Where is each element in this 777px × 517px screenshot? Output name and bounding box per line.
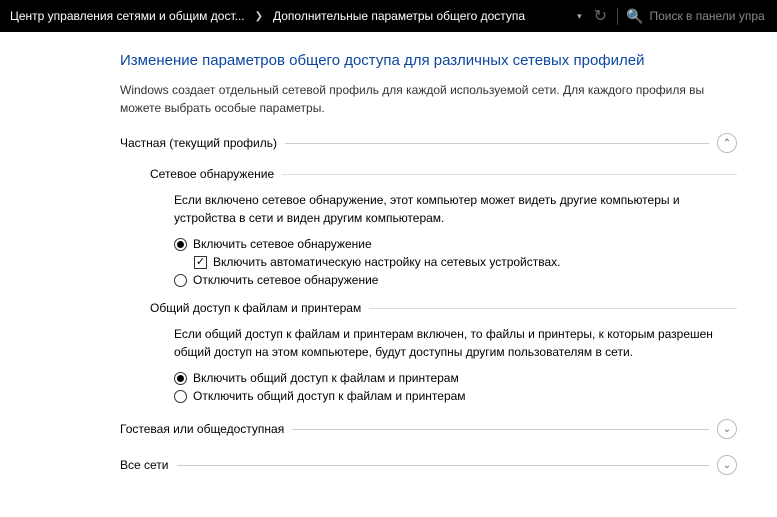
breadcrumb-item-advanced-sharing[interactable]: Дополнительные параметры общего доступа — [269, 9, 529, 23]
breadcrumb-item-network-center[interactable]: Центр управления сетями и общим дост... — [6, 9, 249, 23]
checkbox-label: Включить автоматическую настройку на сет… — [213, 255, 561, 269]
subsection-header: Сетевое обнаружение — [150, 167, 737, 181]
radio-disable-discovery[interactable]: Отключить сетевое обнаружение — [174, 273, 737, 287]
subsection-description: Если включено сетевое обнаружение, этот … — [174, 191, 737, 227]
section-header-guest[interactable]: Гостевая или общедоступная ⌄ — [120, 419, 737, 439]
chevron-down-icon[interactable]: ⌄ — [717, 455, 737, 475]
radio-icon — [174, 238, 187, 251]
content-area: Изменение параметров общего доступа для … — [0, 32, 777, 503]
subsection-title: Общий доступ к файлам и принтерам — [150, 301, 361, 315]
radio-icon — [174, 372, 187, 385]
options-group: Включить сетевое обнаружение Включить ав… — [174, 237, 737, 287]
refresh-icon[interactable]: ↻ — [590, 6, 611, 26]
radio-enable-sharing[interactable]: Включить общий доступ к файлам и принтер… — [174, 371, 737, 385]
dropdown-icon[interactable]: ▾ — [571, 11, 588, 22]
page-title: Изменение параметров общего доступа для … — [120, 52, 737, 69]
breadcrumb[interactable]: Центр управления сетями и общим дост... … — [0, 9, 565, 23]
page-subtitle: Windows создает отдельный сетевой профил… — [120, 81, 737, 117]
breadcrumb-nav: ▾ ↻ — [565, 6, 617, 26]
chevron-down-icon[interactable]: ⌄ — [717, 419, 737, 439]
subsection-header: Общий доступ к файлам и принтерам — [150, 301, 737, 315]
subsection-title: Сетевое обнаружение — [150, 167, 274, 181]
radio-label: Отключить общий доступ к файлам и принте… — [193, 389, 466, 403]
section-title-private: Частная (текущий профиль) — [120, 136, 277, 150]
divider — [292, 429, 709, 430]
subsection-network-discovery: Сетевое обнаружение Если включено сетево… — [150, 167, 737, 287]
subsection-file-printer: Общий доступ к файлам и принтерам Если о… — [150, 301, 737, 403]
section-header-private[interactable]: Частная (текущий профиль) ⌃ — [120, 133, 737, 153]
chevron-up-icon[interactable]: ⌃ — [717, 133, 737, 153]
radio-enable-discovery[interactable]: Включить сетевое обнаружение — [174, 237, 737, 251]
search-section: 🔍 — [617, 8, 777, 25]
divider — [177, 465, 710, 466]
radio-icon — [174, 274, 187, 287]
search-input[interactable] — [649, 9, 777, 23]
radio-label: Отключить сетевое обнаружение — [193, 273, 378, 287]
chevron-right-icon: ❯ — [249, 11, 269, 22]
options-group: Включить общий доступ к файлам и принтер… — [174, 371, 737, 403]
radio-label: Включить сетевое обнаружение — [193, 237, 372, 251]
section-header-all-networks[interactable]: Все сети ⌄ — [120, 455, 737, 475]
radio-label: Включить общий доступ к файлам и принтер… — [193, 371, 459, 385]
radio-icon — [174, 390, 187, 403]
section-title-guest: Гостевая или общедоступная — [120, 422, 284, 436]
search-icon: 🔍 — [626, 8, 643, 25]
checkbox-icon — [194, 256, 207, 269]
subsection-description: Если общий доступ к файлам и принтерам в… — [174, 325, 737, 361]
divider — [282, 174, 737, 175]
section-title-all: Все сети — [120, 458, 169, 472]
radio-disable-sharing[interactable]: Отключить общий доступ к файлам и принте… — [174, 389, 737, 403]
divider — [369, 308, 737, 309]
checkbox-auto-setup[interactable]: Включить автоматическую настройку на сет… — [194, 255, 737, 269]
divider — [285, 143, 709, 144]
title-bar: Центр управления сетями и общим дост... … — [0, 0, 777, 32]
